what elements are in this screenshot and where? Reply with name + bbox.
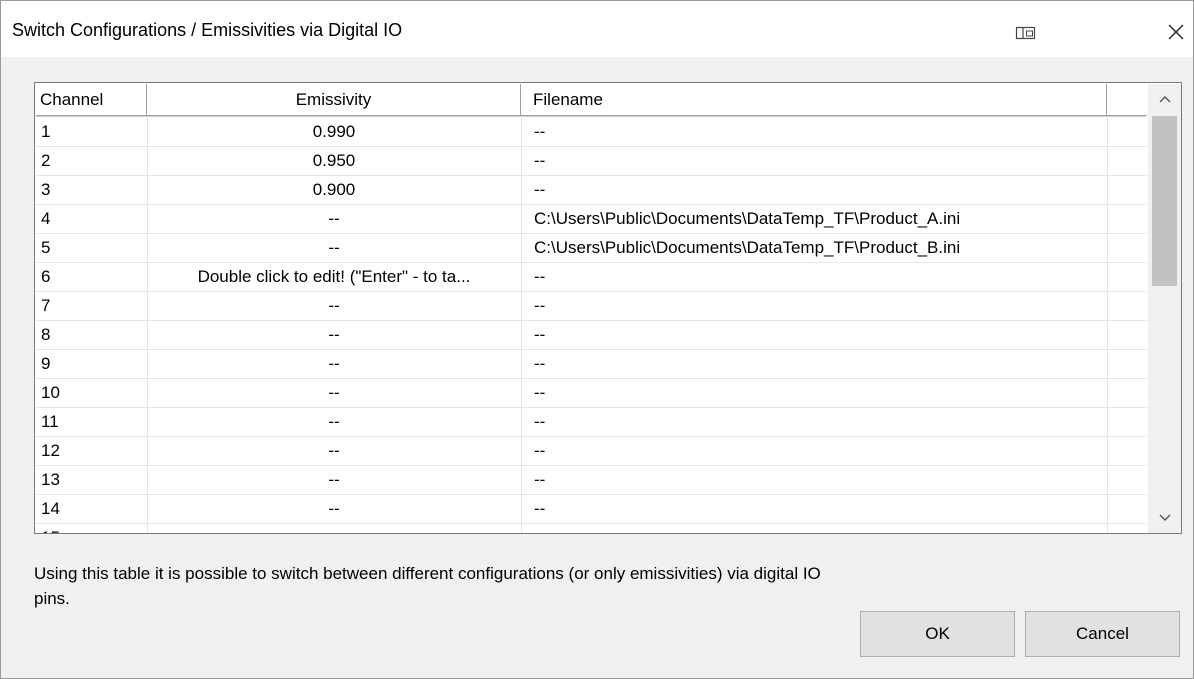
cell-emissivity[interactable]: Double click to edit! ("Enter" - to ta..… — [147, 263, 521, 291]
cell-emissivity[interactable]: -- — [147, 466, 521, 494]
chevron-up-icon[interactable] — [1148, 84, 1181, 114]
table-row[interactable]: 4 -- C:\Users\Public\Documents\DataTemp_TF… — [36, 205, 1147, 234]
table-body: 1 0.990 -- 2 0.950 -- 3 0.900 -- 4 -- C:\Users\Publ… — [36, 118, 1147, 533]
cell-filename[interactable]: C:\Users\Public\Documents\DataTemp_TF\Pr… — [521, 234, 1107, 262]
cell-filename[interactable]: -- — [521, 176, 1107, 204]
cell-channel: 12 — [41, 441, 60, 460]
cell-emissivity[interactable]: -- — [147, 321, 521, 349]
cell-channel: 8 — [41, 325, 51, 344]
cell-filename[interactable]: -- — [521, 292, 1107, 320]
column-header-filename[interactable]: Filename — [521, 84, 1107, 116]
cell-filename[interactable]: -- — [521, 350, 1107, 378]
cell-channel: 9 — [41, 354, 51, 373]
column-header-filler — [1107, 84, 1147, 116]
cell-filename[interactable]: -- — [521, 408, 1107, 436]
cell-channel: 10 — [41, 383, 60, 402]
cell-channel: 14 — [41, 499, 60, 518]
cancel-button[interactable]: Cancel — [1025, 611, 1180, 657]
table-row[interactable]: 6 Double click to edit! ("Enter" - to ta.… — [36, 263, 1147, 292]
table-row[interactable]: 10 -- -- — [36, 379, 1147, 408]
table-row[interactable]: 3 0.900 -- — [36, 176, 1147, 205]
cell-channel: 4 — [41, 209, 51, 228]
cell-filename[interactable]: -- — [521, 263, 1107, 291]
cell-emissivity[interactable]: 0.950 — [147, 147, 521, 175]
table-row[interactable]: 13 -- -- — [36, 466, 1147, 495]
table-row[interactable]: 8 -- -- — [36, 321, 1147, 350]
column-header-emissivity[interactable]: Emissivity — [147, 84, 521, 116]
cell-channel: 3 — [41, 180, 51, 199]
chevron-down-icon[interactable] — [1148, 503, 1181, 533]
column-divider — [147, 118, 148, 533]
cell-filename[interactable]: C:\Users\Public\Documents\DataTemp_TF\Pr… — [521, 205, 1107, 233]
cell-channel: 11 — [41, 412, 59, 431]
cell-emissivity[interactable]: 0.900 — [147, 176, 521, 204]
cell-emissivity[interactable] — [147, 524, 521, 533]
column-divider — [521, 118, 522, 533]
cell-filename[interactable]: -- — [521, 321, 1107, 349]
cell-channel: 2 — [41, 151, 51, 170]
cell-emissivity[interactable]: -- — [147, 292, 521, 320]
table-row[interactable]: 5 -- C:\Users\Public\Documents\DataTemp_TF… — [36, 234, 1147, 263]
cell-emissivity[interactable]: -- — [147, 379, 521, 407]
table-row[interactable]: 2 0.950 -- — [36, 147, 1147, 176]
cell-filename[interactable] — [521, 524, 1107, 533]
header-divider — [36, 116, 1146, 117]
channel-table[interactable]: Channel Emissivity Filename 1 0.990 -- 2 0.9… — [34, 82, 1182, 534]
vertical-scrollbar[interactable] — [1148, 84, 1181, 533]
table-row[interactable]: 12 -- -- — [36, 437, 1147, 466]
table-row[interactable]: 1 0.990 -- — [36, 118, 1147, 147]
cell-emissivity[interactable]: -- — [147, 350, 521, 378]
cell-filename[interactable]: -- — [521, 437, 1107, 465]
table-row[interactable]: 9 -- -- — [36, 350, 1147, 379]
cell-filename[interactable]: -- — [521, 379, 1107, 407]
cell-emissivity[interactable]: 0.990 — [147, 118, 521, 146]
scroll-thumb[interactable] — [1152, 116, 1177, 286]
cell-emissivity[interactable]: -- — [147, 495, 521, 523]
window-title: Switch Configurations / Emissivities via… — [12, 20, 403, 40]
cell-filename[interactable]: -- — [521, 118, 1107, 146]
cell-filename[interactable]: -- — [521, 495, 1107, 523]
cell-channel: 5 — [41, 238, 51, 257]
cell-emissivity[interactable]: -- — [147, 408, 521, 436]
cell-channel: 15 — [36, 524, 147, 533]
close-icon[interactable] — [1159, 15, 1193, 49]
cell-channel: 6 — [41, 267, 51, 286]
table-row[interactable]: 15 — [36, 524, 1147, 533]
cell-filename[interactable]: -- — [521, 466, 1107, 494]
cell-channel: 13 — [41, 470, 60, 489]
table-row[interactable]: 14 -- -- — [36, 495, 1147, 524]
cell-channel: 7 — [41, 296, 51, 315]
column-header-channel[interactable]: Channel — [36, 84, 147, 116]
table-row[interactable]: 7 -- -- — [36, 292, 1147, 321]
cell-filename[interactable]: -- — [521, 147, 1107, 175]
column-divider — [1107, 118, 1108, 533]
title-bar[interactable]: Switch Configurations / Emissivities via… — [1, 1, 1193, 57]
cell-emissivity[interactable]: -- — [147, 437, 521, 465]
table-row[interactable]: 11 -- -- — [36, 408, 1147, 437]
ok-button[interactable]: OK — [860, 611, 1015, 657]
info-text: Using this table it is possible to switc… — [34, 564, 821, 608]
cell-channel: 1 — [41, 122, 51, 141]
restore-window-icon[interactable] — [1004, 17, 1048, 49]
dialog-window: Switch Configurations / Emissivities via… — [0, 0, 1194, 679]
cell-emissivity[interactable]: -- — [147, 234, 521, 262]
cell-emissivity[interactable]: -- — [147, 205, 521, 233]
